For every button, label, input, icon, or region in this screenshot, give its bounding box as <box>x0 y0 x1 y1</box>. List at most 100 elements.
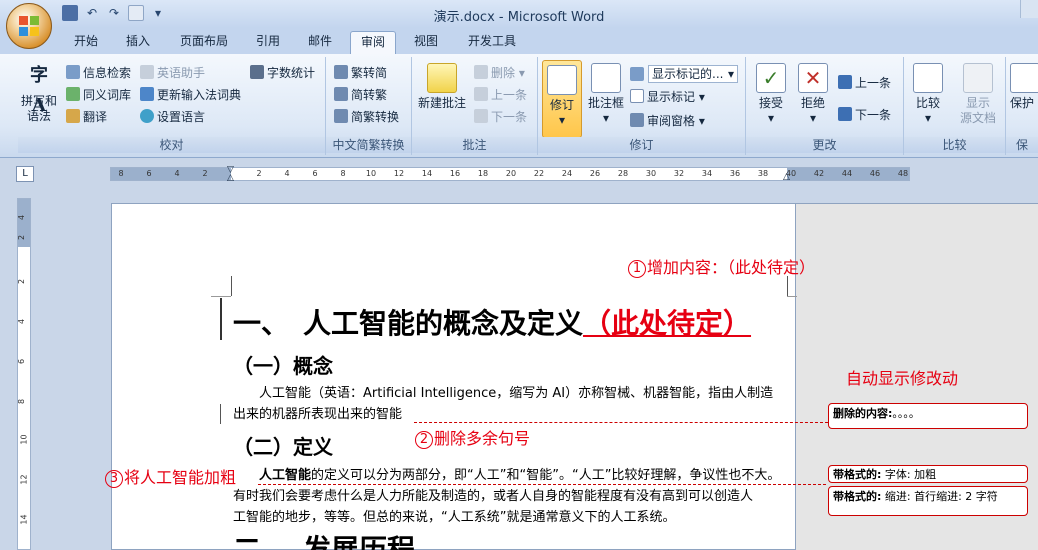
para1-line1[interactable]: 人工智能（英语：Artificial Intelligence，缩写为 AI）亦… <box>259 383 773 404</box>
reject-dropdown-icon: ▾ <box>809 111 817 125</box>
group-changes: ✓ 接受 ▾ ✕ 拒绝 ▾ 上一条 下一条 更改 <box>746 57 904 155</box>
delete-comment-button[interactable]: 删除 ▾ <box>474 65 525 81</box>
group-comments: 新建批注 删除 ▾ 上一条 下一条 批注 <box>412 57 538 155</box>
next-comment-button[interactable]: 下一条 <box>474 109 527 125</box>
next-change-icon <box>838 107 852 121</box>
reject-button[interactable]: ✕ 拒绝 ▾ <box>794 63 832 126</box>
chinese-convert-icon <box>334 109 348 123</box>
balloon-deleted-label: 删除的内容: <box>833 407 893 420</box>
next-comment-icon <box>474 109 488 123</box>
vertical-ruler[interactable]: 4 2 2 4 6 8 10 12 14 <box>17 198 31 550</box>
to-traditional-button[interactable]: 简转繁 <box>334 87 387 103</box>
ribbon: 字A 拼写和 语法 信息检索 同义词库 翻译 英语助手 更新输入法词典 设置语言… <box>0 54 1038 158</box>
ruler-tick: 42 <box>813 169 825 178</box>
ruler-tick: 36 <box>729 169 741 178</box>
ruler-tick: 22 <box>533 169 545 178</box>
show-markup-button[interactable]: 显示标记 ▾ <box>630 89 705 105</box>
vruler-tick: 2 <box>17 278 27 285</box>
track-changes-button[interactable]: 修订 ▾ <box>542 60 582 138</box>
vruler-tick: 12 <box>19 474 29 485</box>
group-label-comments: 批注 <box>412 137 537 153</box>
window-control-button[interactable] <box>1020 0 1038 18</box>
heading-1-next[interactable]: 二、 发展历程 <box>233 528 415 550</box>
protect-button[interactable]: 保护 <box>1010 63 1038 111</box>
balloon-format-indent[interactable]: 带格式的: 缩进: 首行缩进: 2 字符 <box>828 486 1028 516</box>
para2-line1[interactable]: 人工智能的定义可以分为两部分，即“人工”和“智能”。“人工”比较好理解，争议性也… <box>259 465 780 486</box>
ruler-tick: 2 <box>256 169 262 178</box>
tab-page-layout[interactable]: 页面布局 <box>172 31 236 54</box>
new-comment-button[interactable]: 新建批注 <box>416 63 468 111</box>
heading-2-definition[interactable]: （二）定义 <box>233 431 333 460</box>
research-button[interactable]: 信息检索 <box>66 65 131 81</box>
accept-dropdown-icon: ▾ <box>767 111 775 125</box>
previous-comment-button[interactable]: 上一条 <box>474 87 527 103</box>
protect-label: 保护 <box>1010 96 1035 110</box>
balloon-format2-value: 缩进: 首行缩进: 2 字符 <box>884 490 998 503</box>
display-dropdown-value: 显示标记的... <box>652 67 724 81</box>
group-chinese-conversion: 繁转简 简转繁 简繁转换 中文简繁转换 <box>326 57 412 155</box>
tab-view[interactable]: 视图 <box>406 31 446 54</box>
chinese-convert-button[interactable]: 简繁转换 <box>334 109 399 125</box>
para1-line2[interactable]: 出来的机器所表现出来的智能 <box>233 404 402 425</box>
tab-insert[interactable]: 插入 <box>118 31 158 54</box>
leader-line <box>414 422 828 423</box>
thesaurus-button[interactable]: 同义词库 <box>66 87 131 103</box>
tab-home[interactable]: 开始 <box>66 31 106 54</box>
research-icon <box>66 65 80 79</box>
reviewing-pane-button[interactable]: 审阅窗格 ▾ <box>630 113 705 129</box>
para2-line3[interactable]: 工智能的地步，等等。但总的来说，“人工系统”就是通常意义下的人工系统。 <box>233 507 675 528</box>
tab-review[interactable]: 审阅 <box>350 31 396 54</box>
translate-button[interactable]: 翻译 <box>66 109 107 125</box>
to-simplified-label: 繁转简 <box>351 66 388 80</box>
para2-line2[interactable]: 有时我们会要考虑什么是人力所能及制造的，或者人自身的智能程度有没有高到可以创造人 <box>233 486 753 507</box>
tab-developer[interactable]: 开发工具 <box>460 31 524 54</box>
balloon-deleted[interactable]: 删除的内容:。。。。 <box>828 403 1028 429</box>
heading-1[interactable]: 一、 人工智能的概念及定义（此处待定） <box>233 302 751 342</box>
display-for-review-dropdown[interactable]: 显示标记的... ▾ <box>648 65 738 83</box>
translate-label: 翻译 <box>83 110 108 124</box>
reject-icon: ✕ <box>798 63 828 93</box>
office-button[interactable] <box>6 3 52 49</box>
bold-text: 人工智能 <box>259 468 312 483</box>
ruler-tick: 34 <box>701 169 713 178</box>
set-language-label: 设置语言 <box>157 110 206 124</box>
update-ime-button[interactable]: 更新输入法词典 <box>140 87 241 103</box>
spelling-grammar-button[interactable]: 字A 拼写和 语法 <box>20 61 58 124</box>
tab-selector[interactable]: L <box>16 166 34 182</box>
ruler-left-margin <box>111 168 231 180</box>
vruler-tick: 4 <box>17 214 27 221</box>
update-ime-icon <box>140 87 154 101</box>
compare-button[interactable]: 比较 ▾ <box>908 63 948 126</box>
word-count-button[interactable]: 字数统计 <box>250 65 315 81</box>
heading-2-concept[interactable]: （一）概念 <box>233 350 333 379</box>
previous-change-button[interactable]: 上一条 <box>838 75 891 91</box>
thesaurus-icon <box>66 87 80 101</box>
hanging-indent-marker[interactable]: △ <box>227 173 234 183</box>
balloon-format-bold[interactable]: 带格式的: 字体: 加粗 <box>828 465 1028 483</box>
balloon-deleted-value: 。。。。 <box>892 407 920 420</box>
reviewing-pane-icon <box>630 113 644 127</box>
accept-button[interactable]: ✓ 接受 ▾ <box>752 63 790 126</box>
show-source-button[interactable]: 显示 源文档 <box>954 63 1002 126</box>
next-change-label: 下一条 <box>855 108 892 122</box>
right-indent-marker[interactable]: △ <box>783 172 790 182</box>
para2-line1-rest: 的定义可以分为两部分，即“人工”和“智能”。“人工”比较好理解，争议性也不大。 <box>311 468 781 483</box>
balloons-button[interactable]: 批注框 ▾ <box>586 63 626 126</box>
change-bar <box>220 404 221 424</box>
ruler-tick: 46 <box>869 169 881 178</box>
accept-label: 接受 <box>758 96 783 110</box>
show-source-label-1: 显示 <box>965 96 990 110</box>
set-language-button[interactable]: 设置语言 <box>140 109 205 125</box>
previous-comment-label: 上一条 <box>491 88 528 102</box>
margin-mark <box>787 276 788 296</box>
show-markup-label: 显示标记 <box>647 90 696 104</box>
to-simplified-button[interactable]: 繁转简 <box>334 65 387 81</box>
annotation-2: 2 删除多余句号 <box>415 425 530 449</box>
tab-mailings[interactable]: 邮件 <box>300 31 340 54</box>
tab-references[interactable]: 引用 <box>248 31 288 54</box>
english-assistant-button[interactable]: 英语助手 <box>140 65 205 81</box>
heading-1-text: 一、 人工智能的概念及定义 <box>233 307 584 340</box>
horizontal-ruler[interactable]: 8 6 4 2 2 4 6 8 10 12 14 16 18 20 22 24 … <box>110 165 910 183</box>
next-change-button[interactable]: 下一条 <box>838 107 891 123</box>
balloon-format2-label: 带格式的: <box>833 490 882 503</box>
